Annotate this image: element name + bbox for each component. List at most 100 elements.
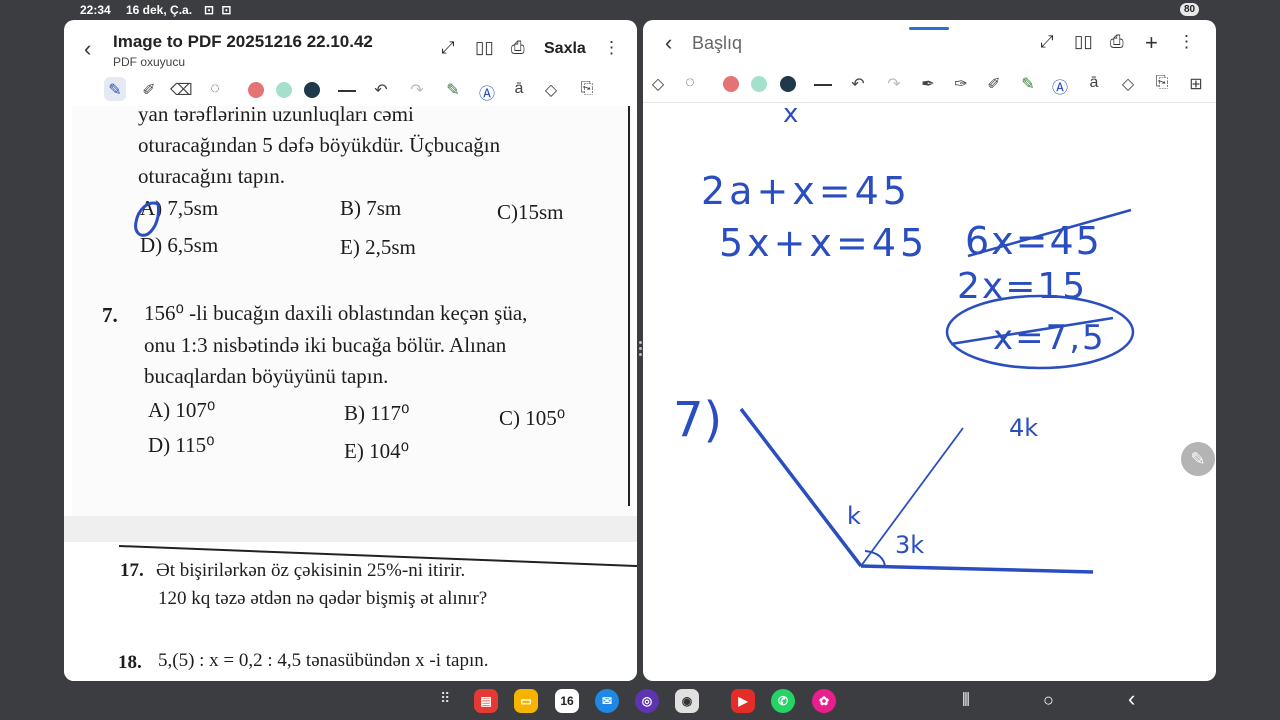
text-box-icon[interactable]: ā (1083, 74, 1105, 92)
camera-app-icon[interactable]: ◉ (675, 689, 699, 713)
date: 16 dek, Ç.a. (126, 3, 193, 17)
hw-eq5: x=7,5 (993, 318, 1106, 358)
pen-tool-icon[interactable]: ✎ (104, 77, 126, 101)
more-options-icon[interactable]: ⋮ (1178, 32, 1195, 52)
text-line: onu 1:3 nisbətində iki bucağa bölür. Alı… (144, 333, 507, 357)
pdf-page-top: yan tərəflərinin uzunluqları cəmi oturac… (72, 102, 633, 516)
fountain-pen-icon[interactable]: ✑ (950, 74, 972, 94)
text-line: 120 kq təzə ətdən nə qədər bişmiş ət alı… (158, 588, 488, 609)
color-red[interactable] (248, 82, 264, 98)
book-view-icon[interactable]: ▯▯ (475, 38, 494, 58)
whatsapp-app-icon[interactable]: ✆ (771, 689, 795, 713)
back-icon[interactable]: ‹ (84, 36, 91, 62)
back-nav-icon[interactable]: ‹ (1128, 686, 1135, 712)
notes-app-icon[interactable]: ▭ (514, 689, 538, 713)
answer-c: C) 105⁰ (499, 406, 566, 430)
color-dark[interactable] (304, 82, 320, 98)
status-bar: 22:34 16 dek, Ç.a. ⊡ ⊡ 80 (0, 0, 1280, 20)
notes-drawing-toolbar: ◇ ◌ ↶ ↷ ✒ ✑ ✐ ✎ Ⓐ ā ◇ ⎘ ⊞ (643, 70, 1216, 100)
pdf-header: ‹ Image to PDF 20251216 22.10.42 PDF oxu… (64, 20, 637, 74)
answer-b: B) 7sm (340, 196, 402, 220)
note-title[interactable]: Başlıq (692, 33, 742, 54)
export-icon[interactable]: ⎙ (511, 38, 525, 58)
save-button[interactable]: Saxla (544, 40, 586, 58)
text-line: oturacağından 5 dəfə böyükdür. Üçbucağın (138, 133, 501, 157)
undo-icon[interactable]: ↶ (370, 80, 392, 100)
split-handle[interactable] (638, 338, 642, 362)
question-number: 17. (120, 560, 144, 581)
add-icon[interactable]: + (1145, 30, 1158, 56)
text-line: bucaqlardan böyüyünü tapın. (144, 364, 389, 388)
hw-eq1: 2a+x=45 (701, 169, 911, 213)
book-view-icon[interactable]: ▯▯ (1074, 32, 1093, 52)
edit-fab-icon[interactable]: ✎ (1181, 442, 1215, 476)
answer-e: E) 104⁰ (344, 439, 409, 463)
lasso-icon[interactable]: ◌ (679, 74, 701, 92)
notes-pane: ‹ Başlıq ⤢ ▯▯ ⎙ + ⋮ ◇ ◌ ↶ ↷ ✒ ✑ ✐ ✎ Ⓐ ā … (643, 20, 1216, 681)
undo-icon[interactable]: ↶ (847, 74, 869, 94)
lasso-icon[interactable]: ◌ (204, 80, 226, 98)
redo-icon[interactable]: ↷ (406, 80, 428, 100)
marker-icon[interactable]: ✎ (1017, 74, 1039, 94)
color-red[interactable] (723, 76, 739, 92)
browser-app-icon[interactable]: ◎ (635, 689, 659, 713)
eraser-icon[interactable]: ◇ (647, 74, 669, 94)
grid-icon[interactable]: ⊞ (1185, 74, 1207, 94)
lock-icon[interactable]: ⎘ (1151, 74, 1173, 92)
redo-icon[interactable]: ↷ (883, 74, 905, 94)
marker-icon[interactable]: ✎ (442, 80, 464, 100)
text-style-icon[interactable]: Ⓐ (476, 80, 498, 104)
text-box-icon[interactable]: ā (508, 80, 530, 98)
hw-eq3: 6x=45 (965, 219, 1102, 263)
app-drawer-icon[interactable]: ⠿ (440, 690, 450, 707)
color-mint[interactable] (276, 82, 292, 98)
clock: 22:34 (80, 3, 111, 17)
home-icon[interactable]: ○ (1043, 690, 1054, 711)
answer-d: D) 115⁰ (148, 433, 215, 457)
highlighter-icon[interactable]: ✐ (138, 80, 160, 100)
stroke-width-icon[interactable] (814, 84, 832, 86)
taskbar: ⠿ ▤ ▭ 16 ✉ ◎ ◉ ▶ ✆ ✿ ⦀ ○ ‹ (0, 684, 1280, 720)
text-line: oturacağını tapın. (138, 164, 285, 188)
more-options-icon[interactable]: ⋮ (603, 38, 620, 58)
pen-icon[interactable]: ✒ (917, 74, 939, 94)
stroke-width-icon[interactable] (338, 90, 356, 92)
expand-icon[interactable]: ⤢ (441, 38, 455, 58)
pdf-reader-pane: ‹ Image to PDF 20251216 22.10.42 PDF oxu… (64, 20, 637, 681)
youtube-app-icon[interactable]: ▶ (731, 689, 755, 713)
answer-b: B) 117⁰ (344, 401, 410, 425)
messages-app-icon[interactable]: ✉ (595, 689, 619, 713)
circle-mark-annotation (134, 201, 160, 237)
recent-apps-icon[interactable]: ⦀ (962, 690, 970, 711)
text-line: 5,(5) : x = 0,2 : 4,5 tənasübündən x -i … (158, 650, 489, 671)
answer-a: A) 107⁰ (148, 398, 216, 422)
shapes-icon[interactable]: ◇ (540, 80, 562, 100)
handwriting-svg: x 2a+x=45 5x+x=45 6x=45 2x=15 x=7,5 7) k… (673, 99, 1135, 574)
eraser-icon[interactable]: ⌫ (170, 80, 193, 100)
notification-icons: ⊡ ⊡ (204, 3, 234, 17)
color-dark[interactable] (780, 76, 796, 92)
battery-indicator: 80 (1180, 3, 1200, 16)
shapes-icon[interactable]: ◇ (1117, 74, 1139, 94)
back-icon[interactable]: ‹ (665, 30, 672, 56)
text-style-icon[interactable]: Ⓐ (1049, 74, 1071, 98)
expand-icon[interactable]: ⤢ (1040, 32, 1054, 52)
color-mint[interactable] (751, 76, 767, 92)
question-number: 7. (102, 303, 118, 327)
hw-x: x (783, 106, 798, 129)
text-line: yan tərəflərinin uzunluqları cəmi (138, 102, 414, 126)
pdf-page-bottom: 17. Ət bişirilərkən öz çəkisinin 25%-ni … (64, 542, 637, 681)
handwriting-canvas[interactable]: x 2a+x=45 5x+x=45 6x=45 2x=15 x=7,5 7) k… (643, 99, 1216, 681)
calendar-app-icon[interactable]: 16 (555, 689, 579, 713)
brush-icon[interactable]: ✐ (983, 74, 1005, 94)
pdf-app-icon[interactable]: ▤ (474, 689, 498, 713)
hw-eq2: 5x+x=45 (719, 221, 928, 265)
page-gap (64, 516, 637, 542)
notes-header: ‹ Başlıq ⤢ ▯▯ ⎙ + ⋮ (643, 20, 1216, 74)
gallery-app-icon[interactable]: ✿ (812, 689, 836, 713)
angle-bottom-ray (860, 564, 1094, 574)
lock-icon[interactable]: ⎘ (576, 80, 598, 98)
hw-4k: 4k (1009, 414, 1038, 442)
export-icon[interactable]: ⎙ (1110, 32, 1124, 52)
hw-3k: 3k (895, 531, 924, 559)
